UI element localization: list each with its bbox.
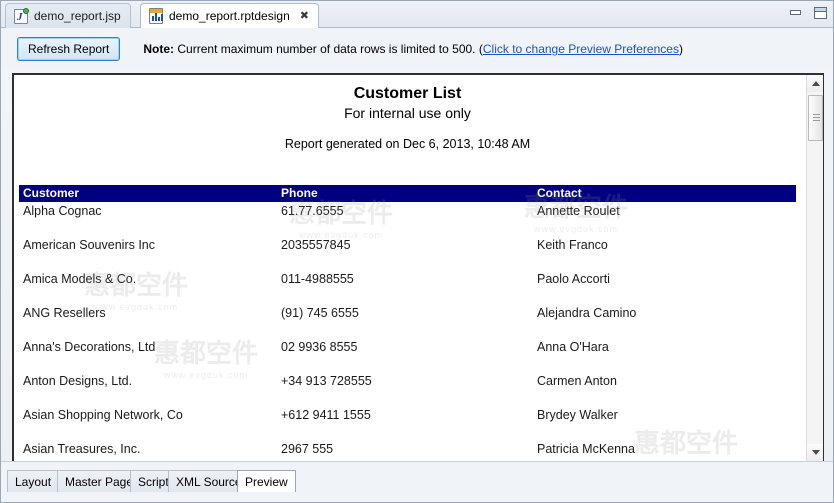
view-tab-separator xyxy=(1,461,833,462)
cell-phone: 011-4988555 xyxy=(281,272,354,286)
cell-customer: Anna's Decorations, Ltd xyxy=(23,340,156,354)
cell-phone: 2035557845 xyxy=(281,238,351,252)
cell-phone: +612 9411 1555 xyxy=(281,408,371,422)
cell-customer: Asian Shopping Network, Co xyxy=(23,408,183,422)
cell-contact: Alejandra Camino xyxy=(537,306,637,320)
cell-contact: Paolo Accorti xyxy=(537,272,610,286)
editor-tab-label: demo_report.jsp xyxy=(34,9,121,23)
report-vertical-scrollbar[interactable] xyxy=(806,75,823,461)
cell-customer: Alpha Cognac xyxy=(23,204,102,218)
cell-contact: Anna O'Hara xyxy=(537,340,609,354)
chevron-up-icon xyxy=(811,81,820,86)
tab-master-page[interactable]: Master Page xyxy=(57,470,142,492)
customer-table: Customer Phone Contact Alpha Cognac 61.7… xyxy=(19,185,796,461)
preview-note: Note: Current maximum number of data row… xyxy=(143,42,683,56)
jsp-file-icon: J xyxy=(14,7,29,24)
tab-preview[interactable]: Preview xyxy=(237,470,296,492)
editor-tab-label: demo_report.rptdesign xyxy=(169,9,290,23)
table-row: Anna's Decorations, Ltd 02 9936 8555 Ann… xyxy=(19,338,796,372)
column-header-phone: Phone xyxy=(281,186,318,200)
table-row: Amica Models & Co. 011-4988555 Paolo Acc… xyxy=(19,270,796,304)
rptdesign-icon-bar xyxy=(161,14,163,21)
chevron-down-icon xyxy=(811,450,820,455)
cell-customer: Amica Models & Co. xyxy=(23,272,137,286)
preview-preferences-link[interactable]: Click to change Preview Preferences xyxy=(483,42,679,56)
maximize-icon xyxy=(814,7,827,19)
table-row: Asian Treasures, Inc. 2967 555 Patricia … xyxy=(19,440,796,461)
close-icon[interactable]: ✖ xyxy=(300,10,309,22)
editor-tab-demo-report-rptdesign[interactable]: demo_report.rptdesign ✖ xyxy=(140,3,319,28)
cell-customer: Asian Treasures, Inc. xyxy=(23,442,141,456)
cell-customer: ANG Resellers xyxy=(23,306,106,320)
report-canvas: Customer List For internal use only Repo… xyxy=(14,75,801,461)
cell-phone: 61.77.6555 xyxy=(281,204,344,218)
eclipse-birt-window: J demo_report.jsp demo_report.rptdesign … xyxy=(0,0,834,503)
tab-layout[interactable]: Layout xyxy=(7,470,60,492)
view-tab-label: Script xyxy=(138,474,169,489)
table-row: ANG Resellers (91) 745 6555 Alejandra Ca… xyxy=(19,304,796,338)
jsp-icon-badge xyxy=(23,7,29,14)
cell-contact: Keith Franco xyxy=(537,238,608,252)
preview-toolbar: Refresh Report Note: Current maximum num… xyxy=(1,28,833,70)
table-row: American Souvenirs Inc 2035557845 Keith … xyxy=(19,236,796,270)
cell-contact: Carmen Anton xyxy=(537,374,617,388)
view-tab-label: Master Page xyxy=(65,474,134,489)
view-tab-bar: Layout Master Page Script XML Source Pre… xyxy=(1,461,833,502)
cell-phone: (91) 745 6555 xyxy=(281,306,359,320)
note-paren-close: ) xyxy=(678,42,683,56)
report-title: Customer List xyxy=(353,85,462,102)
cell-customer: American Souvenirs Inc xyxy=(23,238,156,252)
note-text: Current maximum number of data rows is l… xyxy=(177,42,476,56)
cell-contact: Patricia McKenna xyxy=(537,442,635,456)
scroll-up-button[interactable] xyxy=(807,75,823,92)
table-row: Asian Shopping Network, Co +612 9411 155… xyxy=(19,406,796,440)
window-controls xyxy=(789,6,827,19)
rptdesign-icon-bar xyxy=(155,13,157,21)
cell-customer: Anton Designs, Ltd. xyxy=(23,374,133,388)
scrollbar-thumb[interactable] xyxy=(808,95,823,141)
cell-contact: Annette Roulet xyxy=(537,204,620,218)
rptdesign-icon-bar xyxy=(152,16,154,21)
scroll-down-button[interactable] xyxy=(807,444,823,461)
refresh-report-button[interactable]: Refresh Report xyxy=(17,37,121,61)
cell-phone: 2967 555 xyxy=(281,442,334,456)
scrollbar-grip-icon xyxy=(813,114,820,121)
report-generated-timestamp: Report generated on Dec 6, 2013, 10:48 A… xyxy=(284,137,531,151)
rptdesign-icon-bar xyxy=(158,17,160,21)
table-row: Alpha Cognac 61.77.6555 Annette Roulet xyxy=(19,202,796,236)
view-tab-label: XML Source xyxy=(176,474,242,489)
column-header-contact: Contact xyxy=(537,186,582,200)
view-tab-label: Preview xyxy=(245,474,288,489)
minimize-icon xyxy=(790,10,801,15)
refresh-report-label: Refresh Report xyxy=(28,42,110,56)
column-header-customer: Customer xyxy=(23,186,80,200)
table-row: Anton Designs, Ltd. +34 913 728555 Carme… xyxy=(19,372,796,406)
jsp-icon-letter: J xyxy=(17,10,23,23)
maximize-button[interactable] xyxy=(814,6,827,19)
cell-phone: +34 913 728555 xyxy=(281,374,372,388)
rptdesign-file-icon xyxy=(149,8,163,24)
note-prefix: Note: xyxy=(143,42,175,56)
editor-tab-demo-report-jsp[interactable]: J demo_report.jsp xyxy=(5,3,131,28)
table-header-row: Customer Phone Contact xyxy=(19,185,796,202)
minimize-button[interactable] xyxy=(789,6,802,19)
cell-phone: 02 9936 8555 xyxy=(281,340,358,354)
cell-contact: Brydey Walker xyxy=(537,408,618,422)
report-subtitle: For internal use only xyxy=(344,105,471,121)
view-tab-label: Layout xyxy=(15,474,52,489)
report-preview-panel: Customer List For internal use only Repo… xyxy=(12,73,824,463)
editor-tab-strip: J demo_report.jsp demo_report.rptdesign … xyxy=(1,1,833,28)
